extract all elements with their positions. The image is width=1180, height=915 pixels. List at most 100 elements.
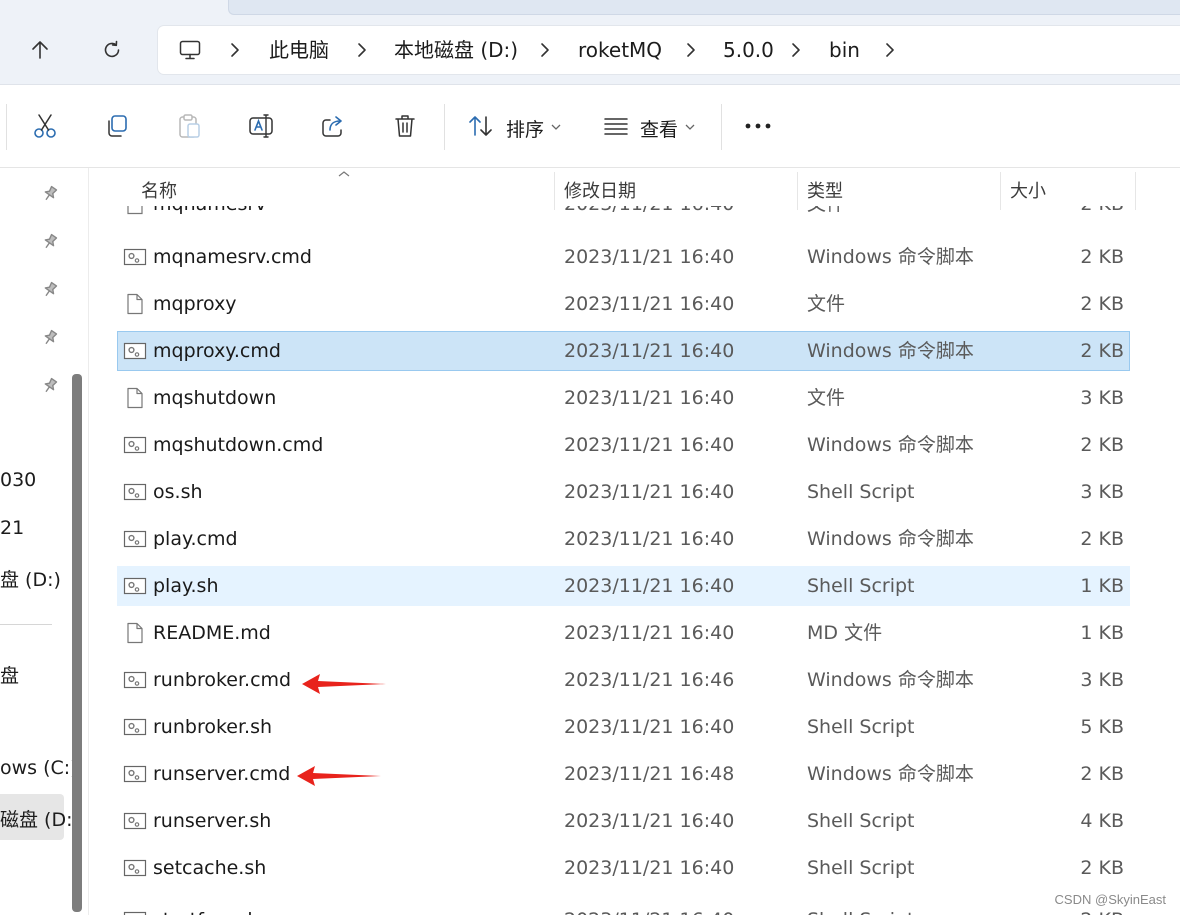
column-divider[interactable] xyxy=(554,172,555,210)
chevron-right-icon[interactable] xyxy=(227,40,243,60)
view-button[interactable] xyxy=(595,105,637,147)
file-name: play.sh xyxy=(153,575,219,597)
file-icon xyxy=(127,293,143,315)
script-icon xyxy=(123,577,147,595)
chevron-right-icon[interactable] xyxy=(537,40,553,60)
file-size: 2 KB xyxy=(1080,528,1124,550)
file-row[interactable]: runserver.sh 2023/11/21 16:40 Shell Script… xyxy=(117,801,1130,841)
copy-icon xyxy=(108,115,127,137)
file-size: 2 KB xyxy=(1080,293,1124,315)
this-pc-button[interactable] xyxy=(170,30,210,70)
column-size[interactable]: 大小 xyxy=(1010,177,1046,203)
pin-icon[interactable] xyxy=(40,280,60,300)
pin-icon[interactable] xyxy=(40,376,60,396)
file-row[interactable]: mqshutdown 2023/11/21 16:40 文件 3 KB xyxy=(117,378,1130,418)
more-options-button[interactable] xyxy=(737,105,779,147)
column-type[interactable]: 类型 xyxy=(807,177,843,203)
file-date: 2023/11/21 16:40 xyxy=(564,246,735,268)
nav-scrollbar[interactable] xyxy=(72,374,82,912)
file-row[interactable]: mqnamesrv.cmd 2023/11/21 16:40 Windows 命令脚… xyxy=(117,237,1130,277)
clipboard-icon xyxy=(179,114,200,138)
sort-button[interactable] xyxy=(460,105,502,147)
scissors-icon xyxy=(34,114,56,138)
sort-label[interactable]: 排序 xyxy=(506,115,544,142)
pin-icon[interactable] xyxy=(40,232,60,252)
nav-item-030[interactable]: 030 xyxy=(0,469,36,491)
script-icon xyxy=(123,342,147,360)
pin-icon[interactable] xyxy=(40,184,60,204)
toolbar-divider xyxy=(444,104,445,150)
file-type: MD 文件 xyxy=(807,622,883,644)
file-row[interactable]: mqshutdown.cmd 2023/11/21 16:40 Windows 命令… xyxy=(117,425,1130,465)
file-row[interactable]: startfsrv.sh 2023/11/21 16:40 Shell Scri… xyxy=(117,900,1130,915)
file-date: 2023/11/21 16:40 xyxy=(564,434,735,456)
nav-item-21[interactable]: 21 xyxy=(0,517,24,539)
breadcrumb-version[interactable]: 5.0.0 xyxy=(723,37,774,63)
breadcrumb-this-pc[interactable]: 此电脑 xyxy=(269,37,329,63)
nav-item-windows-c[interactable]: ows (C:) xyxy=(0,757,78,779)
column-divider[interactable] xyxy=(1135,172,1136,210)
up-button[interactable] xyxy=(20,30,60,70)
delete-button[interactable] xyxy=(384,105,426,147)
pin-icon[interactable] xyxy=(40,328,60,348)
arrow-up-icon xyxy=(32,41,48,59)
file-size: 3 KB xyxy=(1080,481,1124,503)
chevron-right-icon[interactable] xyxy=(683,40,699,60)
share-button[interactable] xyxy=(312,105,354,147)
file-date: 2023/11/21 16:40 xyxy=(564,481,735,503)
file-size: 2 KB xyxy=(1080,434,1124,456)
file-row[interactable]: runbroker.sh 2023/11/21 16:40 Shell Script… xyxy=(117,707,1130,747)
rename-button[interactable] xyxy=(240,105,282,147)
rename-icon xyxy=(249,114,273,138)
breadcrumb-bin[interactable]: bin xyxy=(829,37,860,63)
file-type: Shell Script xyxy=(807,716,915,738)
refresh-button[interactable] xyxy=(92,30,132,70)
file-row[interactable]: play.sh 2023/11/21 16:40 Shell Script 1 KB xyxy=(117,566,1130,606)
chevron-right-icon[interactable] xyxy=(882,40,898,60)
chevron-down-icon[interactable] xyxy=(550,123,562,131)
file-name: startfsrv.sh xyxy=(153,907,259,915)
chevron-down-icon[interactable] xyxy=(684,123,696,131)
file-date: 2023/11/21 16:48 xyxy=(564,763,735,785)
cut-button[interactable] xyxy=(24,105,66,147)
refresh-icon xyxy=(104,40,120,58)
file-row[interactable]: play.cmd 2023/11/21 16:40 Windows 命令脚本 2 KB xyxy=(117,519,1130,559)
column-name[interactable]: 名称 xyxy=(141,177,177,203)
column-divider[interactable] xyxy=(1000,172,1001,210)
file-row[interactable]: README.md 2023/11/21 16:40 MD 文件 1 KB xyxy=(117,613,1130,653)
view-label[interactable]: 查看 xyxy=(640,115,678,142)
clipped-row-top: mqnamesrv 2023/11/21 16:40 文件 2 KB xyxy=(92,206,1180,224)
watermark: CSDN @SkyinEast xyxy=(1054,892,1166,907)
file-row[interactable]: mqnamesrv 2023/11/21 16:40 文件 2 KB xyxy=(117,206,1130,224)
file-row[interactable]: runbroker.cmd 2023/11/21 16:46 Windows 命令脚… xyxy=(117,660,1130,700)
nav-item-local-disk-d[interactable]: 磁盘 (D:) xyxy=(0,805,80,832)
file-row[interactable]: mqproxy.cmd 2023/11/21 16:40 Windows 命令脚本 2… xyxy=(117,331,1130,371)
file-row[interactable]: setcache.sh 2023/11/21 16:40 Shell Script 2… xyxy=(117,848,1130,888)
chevron-right-icon[interactable] xyxy=(354,40,370,60)
nav-item-pan[interactable]: 盘 xyxy=(0,661,19,688)
file-row[interactable]: mqproxy 2023/11/21 16:40 文件 2 KB xyxy=(117,284,1130,324)
monitor-icon xyxy=(179,40,201,60)
file-name: mqshutdown.cmd xyxy=(153,434,324,456)
annotation-arrow xyxy=(297,766,381,786)
script-icon xyxy=(123,530,147,548)
file-name: setcache.sh xyxy=(153,857,267,879)
script-icon xyxy=(123,812,147,830)
column-divider[interactable] xyxy=(797,172,798,210)
file-row[interactable]: runserver.cmd 2023/11/21 16:48 Windows 命令脚… xyxy=(117,754,1130,794)
chevron-right-icon[interactable] xyxy=(788,40,804,60)
file-date: 2023/11/21 16:40 xyxy=(564,857,735,879)
script-icon xyxy=(123,483,147,501)
column-date-modified[interactable]: 修改日期 xyxy=(564,177,636,203)
file-type: Shell Script xyxy=(807,481,915,503)
file-size: 3 KB xyxy=(1080,669,1124,691)
nav-item-disk-d[interactable]: 盘 (D:) xyxy=(0,565,61,592)
breadcrumb-roketmq[interactable]: roketMQ xyxy=(578,37,662,63)
file-row[interactable]: os.sh 2023/11/21 16:40 Shell Script 3 KB xyxy=(117,472,1130,512)
breadcrumb-local-disk-d[interactable]: 本地磁盘 (D:) xyxy=(394,37,518,63)
copy-button[interactable] xyxy=(96,105,138,147)
file-name: mqproxy xyxy=(153,293,237,315)
file-size: 2 KB xyxy=(1080,857,1124,879)
file-date: 2023/11/21 16:40 xyxy=(564,575,735,597)
paste-button[interactable] xyxy=(168,105,210,147)
